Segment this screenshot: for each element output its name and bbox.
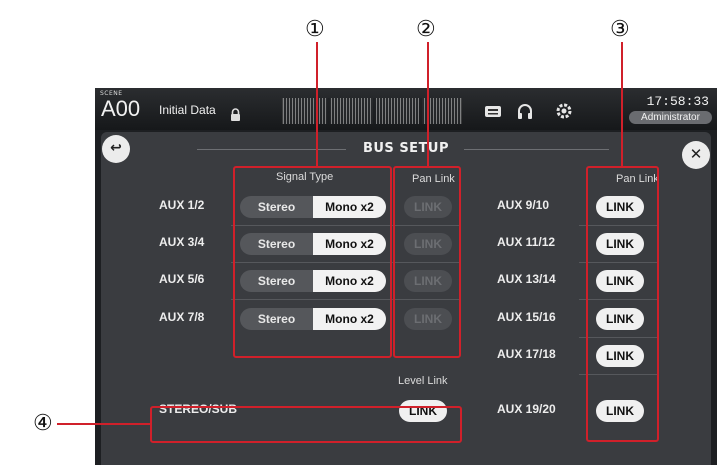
row-label: AUX 13/14 bbox=[497, 272, 556, 286]
row-label: AUX 7/8 bbox=[159, 310, 205, 324]
callout-box-4 bbox=[150, 406, 462, 443]
close-button[interactable]: ✕ bbox=[682, 141, 710, 169]
level-meter bbox=[282, 98, 462, 124]
recorder-icon[interactable] bbox=[483, 101, 503, 121]
row-label: AUX 9/10 bbox=[497, 198, 550, 212]
row-label: AUX 17/18 bbox=[497, 347, 556, 361]
callout-4: ④ bbox=[33, 411, 53, 436]
level-link-header: Level Link bbox=[398, 375, 448, 387]
user-name: Administrator bbox=[641, 112, 700, 123]
callout-2: ② bbox=[416, 17, 436, 42]
row-label: AUX 5/6 bbox=[159, 272, 205, 286]
user-badge[interactable]: Administrator bbox=[629, 111, 712, 124]
row-label: AUX 11/12 bbox=[497, 235, 556, 249]
callout-box-3 bbox=[586, 166, 659, 442]
setup-gear-icon[interactable] bbox=[554, 101, 574, 121]
row-label: AUX 3/4 bbox=[159, 235, 205, 249]
scene-name[interactable]: Initial Data bbox=[159, 103, 216, 117]
lock-icon bbox=[231, 108, 240, 121]
headphones-icon[interactable] bbox=[515, 101, 535, 121]
row-label: AUX 1/2 bbox=[159, 198, 205, 212]
row-label: AUX 15/16 bbox=[497, 310, 556, 324]
callout-box-2 bbox=[393, 166, 461, 358]
row-label: AUX 19/20 bbox=[497, 402, 556, 416]
page-title: BUS SETUP bbox=[362, 141, 450, 156]
scene-number[interactable]: A00 bbox=[101, 96, 140, 122]
callout-1: ① bbox=[305, 17, 325, 42]
clock: 17:58:33 bbox=[646, 94, 709, 109]
callout-3: ③ bbox=[610, 17, 630, 42]
status-bar: SCENE A00 Initial Data 17:58:33 Administ… bbox=[95, 88, 717, 130]
callout-box-1 bbox=[233, 166, 392, 358]
